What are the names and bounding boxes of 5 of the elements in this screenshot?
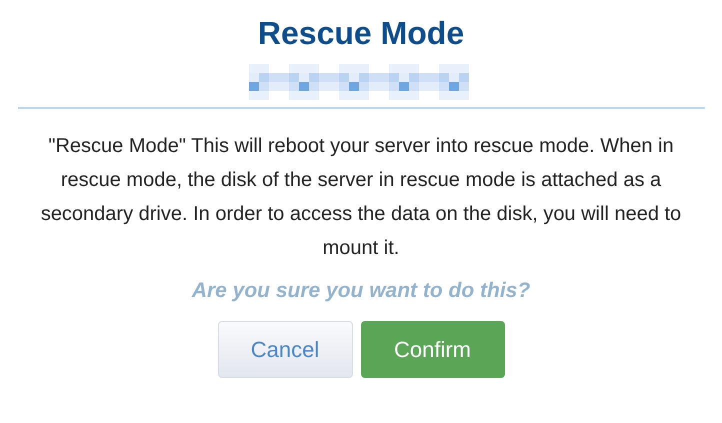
confirm-question: Are you sure you want to do this? — [192, 279, 530, 303]
message-text: "Rescue Mode" This will reboot your server into rescue mode. When in rescue mode, the disk of the server in rescue mode is attached as a secondary drive. In order to access the data on the disk, you will need to mount it. — [40, 134, 682, 261]
cancel-button[interactable]: Cancel — [218, 321, 352, 378]
dialog-title: Rescue Mode — [258, 14, 464, 52]
confirm-button[interactable]: Confirm — [360, 321, 504, 378]
